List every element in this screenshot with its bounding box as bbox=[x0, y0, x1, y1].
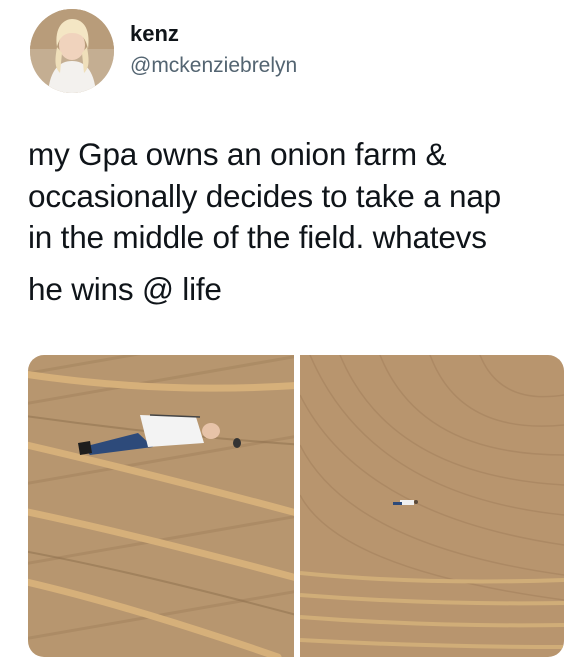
profile-photo-icon bbox=[30, 9, 114, 93]
tweet-header: kenz @mckenziebrelyn bbox=[130, 20, 297, 80]
media-grid bbox=[28, 355, 564, 657]
user-handle[interactable]: @mckenziebrelyn bbox=[130, 52, 297, 80]
tweet-text-line: my Gpa owns an onion farm & bbox=[28, 136, 447, 172]
man-lying-in-field-aerial-icon bbox=[300, 355, 564, 657]
tweet-text: my Gpa owns an onion farm & occasionally… bbox=[28, 134, 568, 310]
photo-aerial[interactable] bbox=[300, 355, 564, 657]
photo-closeup[interactable] bbox=[28, 355, 294, 657]
tweet-text-line: occasionally decides to take a nap bbox=[28, 177, 502, 214]
tweet-text-line: in the middle of the field. whatevs bbox=[28, 219, 487, 255]
avatar[interactable] bbox=[30, 9, 114, 93]
tweet-text-line: he wins @ life bbox=[28, 270, 222, 307]
display-name[interactable]: kenz bbox=[130, 20, 297, 48]
man-lying-in-field-closeup-icon bbox=[28, 355, 294, 657]
